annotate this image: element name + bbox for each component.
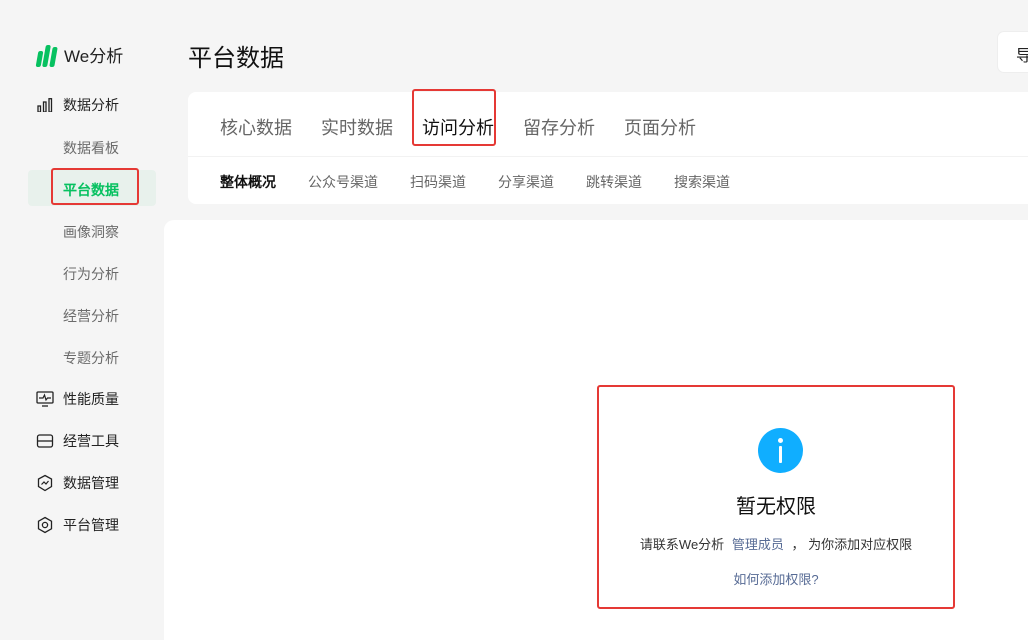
shield-chart-icon: [36, 474, 54, 492]
bar-chart-icon: [36, 96, 54, 114]
highlight-box-permission: [597, 385, 955, 609]
top-right-button-label: 导: [1016, 48, 1028, 65]
monitor-icon: [36, 390, 54, 408]
tab-page-analysis[interactable]: 页面分析: [624, 114, 696, 140]
logo-text: We分析: [64, 47, 124, 66]
tab-retention-analysis[interactable]: 留存分析: [523, 114, 595, 140]
subtab-search[interactable]: 搜索渠道: [674, 172, 730, 192]
subtab-qrcode[interactable]: 扫码渠道: [410, 172, 466, 192]
subtab-share[interactable]: 分享渠道: [498, 172, 554, 192]
toolbox-icon: [36, 432, 54, 450]
app-logo[interactable]: We分析: [35, 42, 124, 67]
sidebar-item-portrait-insight[interactable]: 画像洞察: [63, 222, 119, 242]
logo-icon: [35, 43, 58, 67]
sidebar-item-dashboard[interactable]: 数据看板: [63, 138, 119, 158]
highlight-box-tab: [412, 89, 496, 146]
nav-group-label: 数据管理: [63, 475, 119, 491]
sub-tabs: 整体概况 公众号渠道 扫码渠道 分享渠道 跳转渠道 搜索渠道: [220, 172, 762, 192]
subtab-official-account[interactable]: 公众号渠道: [308, 172, 378, 192]
subtab-jump[interactable]: 跳转渠道: [586, 172, 642, 192]
sidebar-item-business-analysis[interactable]: 经营分析: [63, 306, 119, 326]
nav-group-data-management[interactable]: 数据管理: [36, 473, 119, 493]
sidebar-item-behavior-analysis[interactable]: 行为分析: [63, 264, 119, 284]
tab-core-data[interactable]: 核心数据: [220, 114, 292, 140]
sidebar: We分析 数据分析 数据看板 平台数据 画像洞察 行为分析 经营分析 专题分析 …: [0, 0, 164, 625]
nav-group-platform-management[interactable]: 平台管理: [36, 515, 119, 535]
top-right-button[interactable]: 导: [998, 32, 1028, 72]
nav-group-label: 数据分析: [63, 97, 119, 113]
page-title: 平台数据: [188, 45, 284, 72]
highlight-box-nav: [51, 168, 139, 205]
subtab-overview[interactable]: 整体概况: [220, 172, 276, 192]
tab-divider: [188, 156, 1028, 157]
sidebar-item-topic-analysis[interactable]: 专题分析: [63, 348, 119, 368]
nav-group-data-analysis[interactable]: 数据分析: [36, 95, 119, 115]
nav-group-label: 经营工具: [63, 433, 119, 449]
nav-group-label: 平台管理: [63, 517, 119, 533]
hexagon-gear-icon: [36, 516, 54, 534]
tab-realtime-data[interactable]: 实时数据: [321, 114, 393, 140]
nav-group-label: 性能质量: [63, 391, 119, 407]
nav-group-performance[interactable]: 性能质量: [36, 389, 119, 409]
nav-group-business-tools[interactable]: 经营工具: [36, 431, 119, 451]
